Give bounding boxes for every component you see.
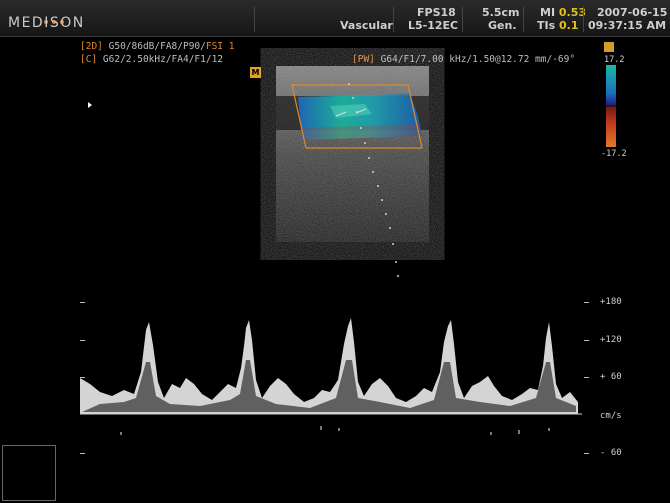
- axis-tick-right: [584, 340, 589, 341]
- axis-tick-right: [584, 302, 589, 303]
- thumbnail-preview[interactable]: [2, 445, 56, 501]
- axis-tick-right: [584, 453, 589, 454]
- velocity-label-120: +120: [600, 335, 622, 345]
- axis-tick-left: [80, 377, 85, 378]
- color-flow-region: [298, 94, 422, 140]
- bmode-image: [276, 66, 429, 242]
- axis-tick-left: [80, 340, 85, 341]
- axis-tick-left: [80, 302, 85, 303]
- velocity-label-neg60: - 60: [600, 448, 622, 458]
- velocity-unit-label: cm/s: [600, 411, 622, 421]
- velocity-label-60: + 60: [600, 372, 622, 382]
- baseline-noise: [120, 426, 550, 435]
- axis-tick-right: [584, 377, 589, 378]
- velocity-label-180: +180: [600, 297, 622, 307]
- image-graphics: [5, 66, 582, 497]
- axis-tick-left: [80, 453, 85, 454]
- spectral-doppler-trace: [80, 318, 578, 414]
